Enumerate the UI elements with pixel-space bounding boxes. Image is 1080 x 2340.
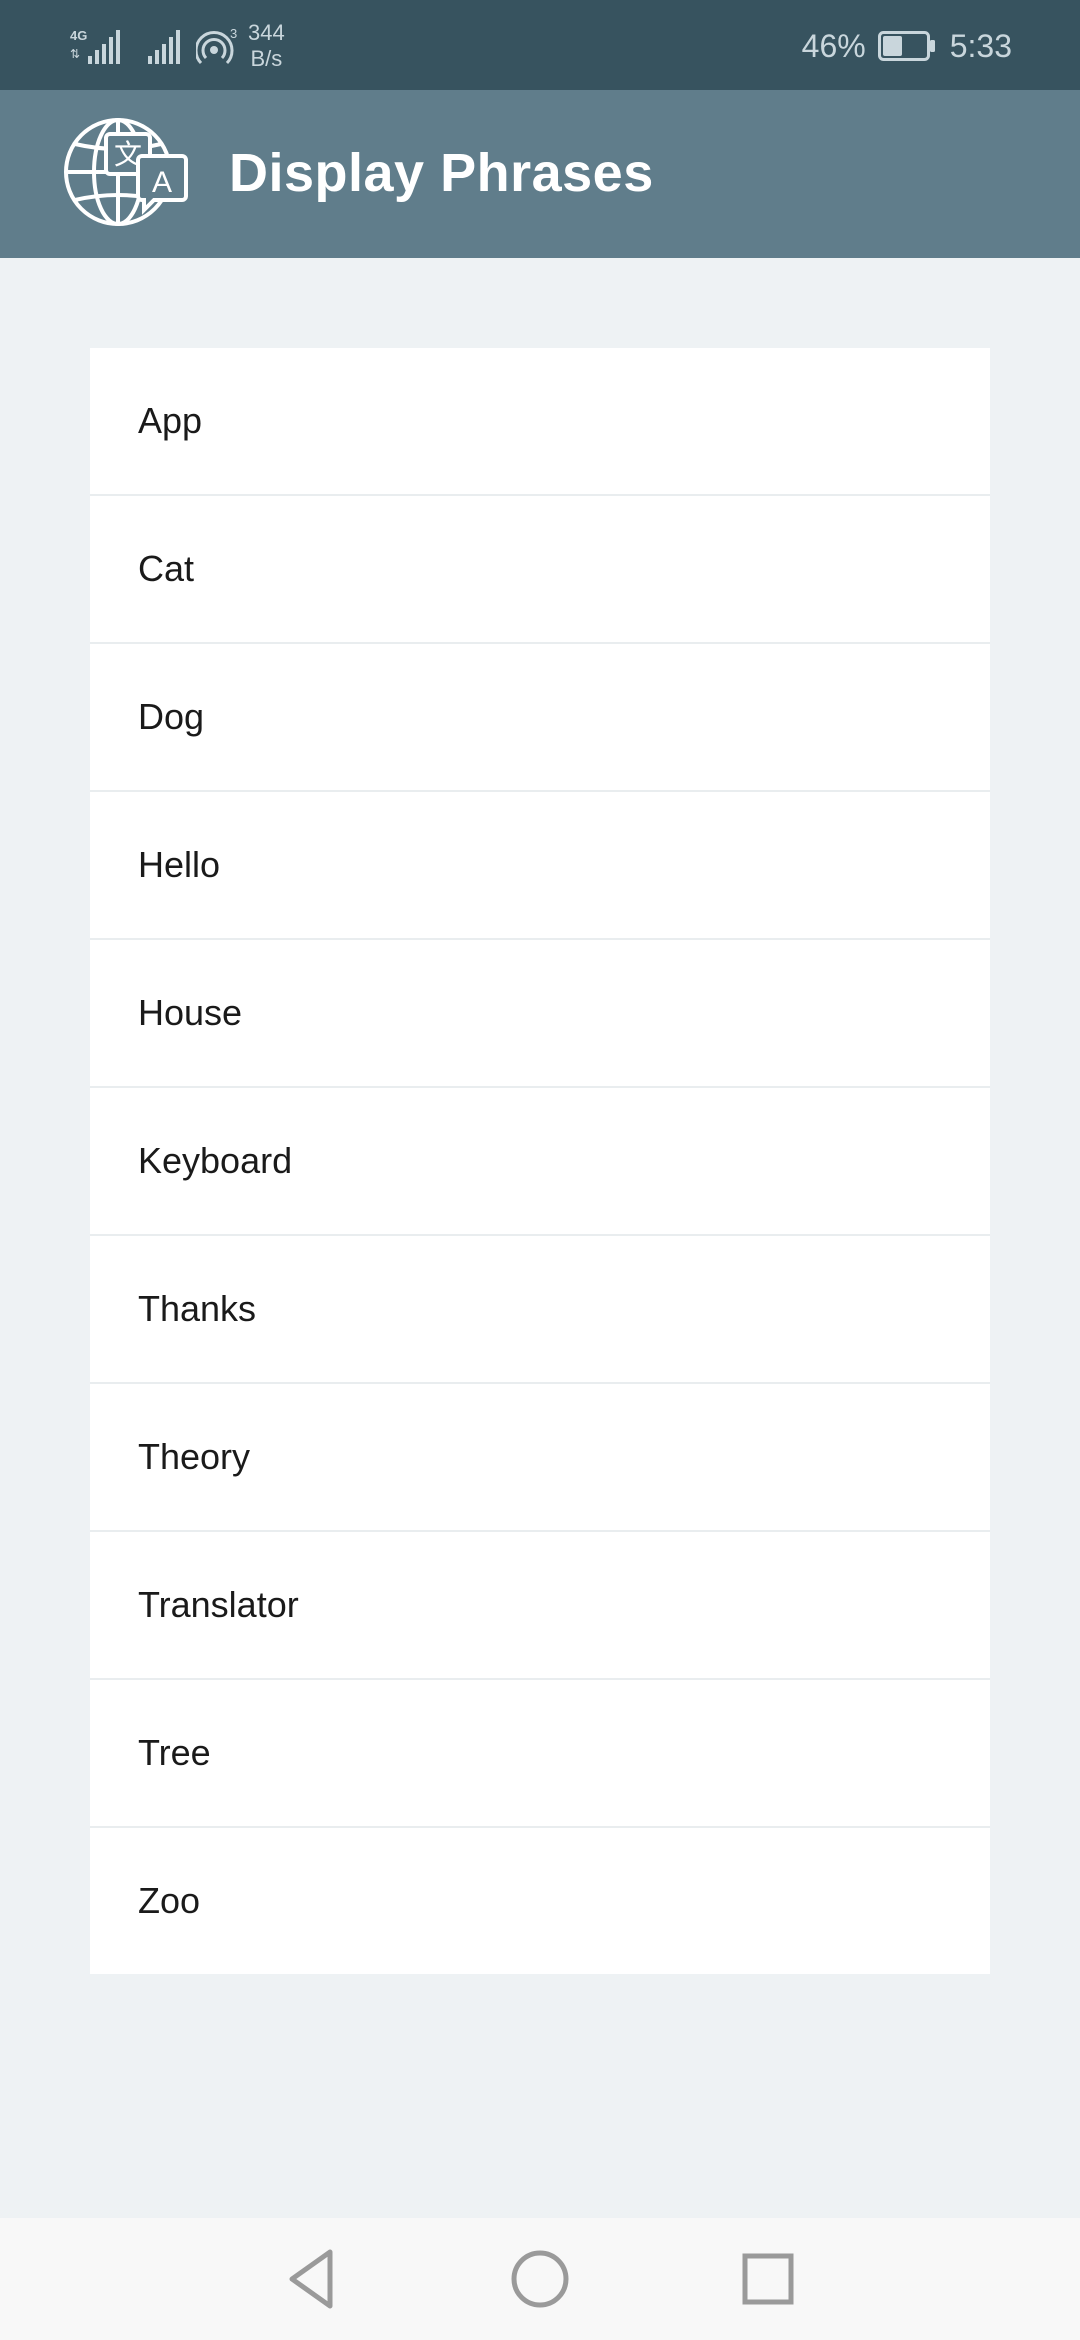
list-item-label: House bbox=[138, 992, 243, 1033]
signal-4g-icon: 4G ⇅ bbox=[70, 28, 120, 64]
svg-text:4G: 4G bbox=[70, 28, 87, 43]
back-triangle-icon[interactable] bbox=[280, 2246, 346, 2312]
home-circle-icon[interactable] bbox=[507, 2246, 573, 2312]
list-item[interactable]: Theory bbox=[90, 1384, 990, 1532]
list-item[interactable]: Dog bbox=[90, 644, 990, 792]
list-item-label: Tree bbox=[138, 1732, 211, 1773]
list-item[interactable]: Tree bbox=[90, 1680, 990, 1828]
list-item[interactable]: Translator bbox=[90, 1532, 990, 1680]
network-speed-unit: B/s bbox=[250, 46, 283, 71]
list-item-label: Hello bbox=[138, 844, 221, 885]
navigation-bar bbox=[0, 2218, 1080, 2340]
list-item-label: Zoo bbox=[138, 1880, 201, 1921]
svg-text:A: A bbox=[152, 166, 172, 199]
recents-square-icon[interactable] bbox=[735, 2246, 801, 2312]
list-item[interactable]: Zoo bbox=[90, 1828, 990, 1974]
list-item-label: Translator bbox=[138, 1584, 299, 1625]
list-item[interactable]: Keyboard bbox=[90, 1088, 990, 1236]
status-bar-left: 4G ⇅ 3 344 B/s bbox=[68, 18, 285, 74]
globe-translate-icon: 文 A bbox=[64, 118, 188, 226]
page-title: Display Phrases bbox=[229, 143, 654, 203]
list-item-label: Thanks bbox=[138, 1288, 257, 1329]
list-item-label: App bbox=[138, 400, 203, 441]
clock: 5:33 bbox=[949, 27, 1012, 64]
phrase-list: App Cat Dog Hello House Keyboard Thanks Theory T… bbox=[90, 348, 990, 1974]
list-item-label: Dog bbox=[138, 696, 205, 737]
list-item-label: Keyboard bbox=[138, 1140, 293, 1181]
list-item[interactable]: Thanks bbox=[90, 1236, 990, 1384]
list-item-label: Cat bbox=[138, 548, 195, 589]
list-item-label: Theory bbox=[138, 1436, 251, 1477]
status-bar: 4G ⇅ 3 344 B/s 46% 5:33 bbox=[0, 0, 1080, 90]
network-speed: 344 B/s bbox=[248, 20, 285, 72]
status-bar-right: 46% 5:33 bbox=[802, 18, 1012, 74]
list-item[interactable]: House bbox=[90, 940, 990, 1088]
signal-sim2-icon bbox=[148, 30, 180, 64]
list-item[interactable]: Hello bbox=[90, 792, 990, 940]
svg-text:⇅: ⇅ bbox=[70, 47, 80, 61]
hotspot-icon: 3 bbox=[196, 26, 237, 65]
list-item[interactable]: Cat bbox=[90, 496, 990, 644]
battery-percent: 46% bbox=[801, 27, 866, 64]
list-item[interactable]: App bbox=[90, 348, 990, 496]
battery-icon bbox=[877, 31, 935, 61]
app-bar: 文 A Display Phrases bbox=[0, 90, 1080, 258]
network-speed-value: 344 bbox=[248, 20, 285, 45]
sim2-badge: 3 bbox=[230, 26, 237, 41]
